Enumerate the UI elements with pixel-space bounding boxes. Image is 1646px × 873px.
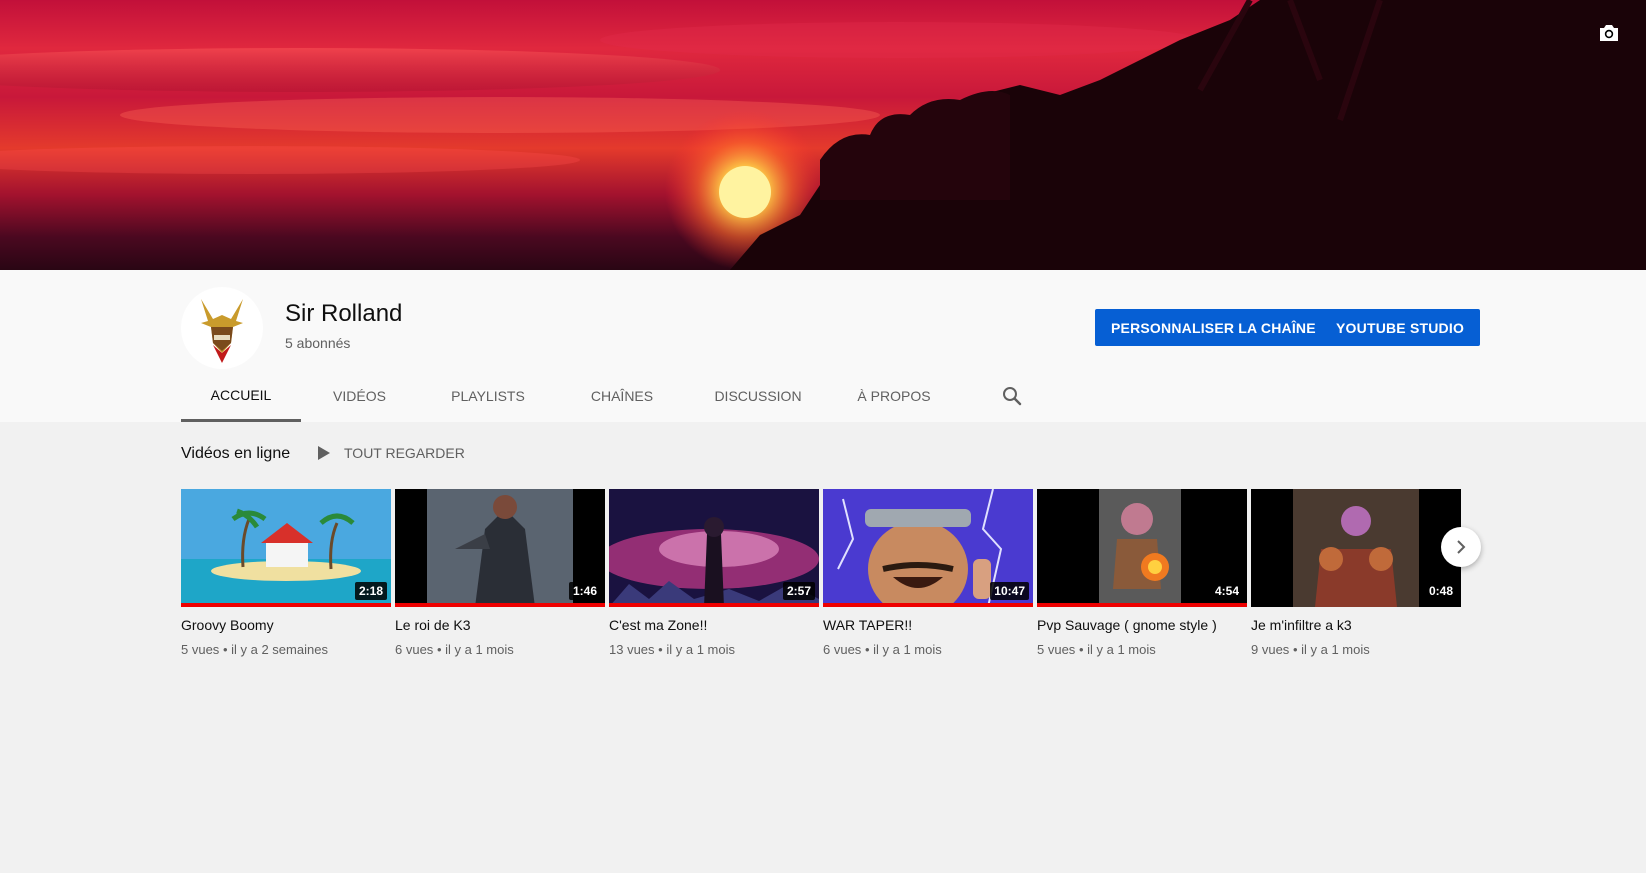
video-item[interactable]: 2:18 Groovy Boomy 5 vues • il y a 2 sema… [181, 489, 391, 657]
video-item[interactable]: 0:48 Je m'infiltre a k3 9 vues • il y a … [1251, 489, 1461, 657]
video-age: il y a 1 mois [666, 642, 735, 657]
meta-separator: • [436, 642, 442, 657]
video-thumbnail[interactable]: 0:48 [1251, 489, 1461, 607]
video-meta: 13 vues • il y a 1 mois [609, 642, 819, 657]
video-duration: 10:47 [990, 582, 1029, 600]
video-title[interactable]: C'est ma Zone!! [609, 617, 819, 633]
watch-progress-bar [395, 603, 605, 607]
video-item[interactable]: 2:57 C'est ma Zone!! 13 vues • il y a 1 … [609, 489, 819, 657]
video-item[interactable]: 4:54 Pvp Sauvage ( gnome style ) 5 vues … [1037, 489, 1247, 657]
video-meta: 5 vues • il y a 2 semaines [181, 642, 391, 657]
customize-channel-button[interactable]: PERSONNALISER LA CHAÎNE [1095, 309, 1332, 346]
camera-icon[interactable] [1598, 24, 1634, 56]
video-views: 6 vues [823, 642, 862, 657]
play-icon [318, 446, 330, 460]
video-views: 6 vues [395, 642, 434, 657]
channel-header: Sir Rolland 5 abonnés PERSONNALISER LA C… [0, 270, 1646, 422]
video-duration: 1:46 [568, 582, 601, 600]
video-age: il y a 1 mois [1087, 642, 1156, 657]
play-all-button[interactable]: TOUT REGARDER [318, 445, 465, 461]
video-duration: 4:54 [1210, 582, 1243, 600]
video-meta: 6 vues • il y a 1 mois [395, 642, 605, 657]
tab-a-propos[interactable]: À PROPOS [830, 370, 958, 422]
tab-videos[interactable]: VIDÉOS [301, 370, 418, 422]
meta-separator: • [1078, 642, 1084, 657]
avatar[interactable] [181, 287, 263, 369]
watch-progress-bar [823, 603, 1033, 607]
video-views: 9 vues [1251, 642, 1290, 657]
channel-name: Sir Rolland [285, 300, 403, 327]
video-views: 13 vues [609, 642, 655, 657]
meta-separator: • [222, 642, 228, 657]
video-thumbnail[interactable]: 2:57 [609, 489, 819, 607]
video-duration: 2:57 [782, 582, 815, 600]
video-meta: 9 vues • il y a 1 mois [1251, 642, 1461, 657]
video-meta: 6 vues • il y a 1 mois [823, 642, 1033, 657]
watch-progress-bar [1037, 603, 1247, 607]
video-thumbnail[interactable]: 10:47 [823, 489, 1033, 607]
meta-separator: • [1292, 642, 1298, 657]
search-icon[interactable] [1000, 384, 1024, 408]
video-age: il y a 2 semaines [231, 642, 328, 657]
tab-chaines[interactable]: CHAÎNES [558, 370, 686, 422]
video-age: il y a 1 mois [445, 642, 514, 657]
youtube-studio-button[interactable]: YOUTUBE STUDIO [1320, 309, 1481, 346]
video-thumbnail[interactable]: 4:54 [1037, 489, 1247, 607]
watch-progress-bar [181, 603, 391, 607]
video-title[interactable]: Le roi de K3 [395, 617, 605, 633]
video-duration: 2:18 [354, 582, 387, 600]
chevron-right-icon[interactable] [1441, 527, 1481, 567]
sunset-banner-image [0, 0, 1646, 270]
video-item[interactable]: 1:46 Le roi de K3 6 vues • il y a 1 mois [395, 489, 605, 657]
video-title[interactable]: Groovy Boomy [181, 617, 391, 633]
video-duration: 0:48 [1424, 582, 1457, 600]
video-meta: 5 vues • il y a 1 mois [1037, 642, 1247, 657]
video-views: 5 vues [1037, 642, 1076, 657]
video-age: il y a 1 mois [1301, 642, 1370, 657]
video-thumbnail[interactable]: 2:18 [181, 489, 391, 607]
subscriber-count: 5 abonnés [285, 335, 351, 351]
video-thumbnail[interactable]: 1:46 [395, 489, 605, 607]
video-title[interactable]: Pvp Sauvage ( gnome style ) [1037, 617, 1247, 633]
video-item[interactable]: 10:47 WAR TAPER!! 6 vues • il y a 1 mois [823, 489, 1033, 657]
video-age: il y a 1 mois [873, 642, 942, 657]
shelf-title[interactable]: Vidéos en ligne [181, 445, 290, 463]
video-title[interactable]: Je m'infiltre a k3 [1251, 617, 1461, 633]
watch-progress-bar [609, 603, 819, 607]
meta-separator: • [864, 642, 870, 657]
tab-accueil[interactable]: ACCUEIL [181, 370, 301, 422]
channel-banner [0, 0, 1646, 270]
play-all-label: TOUT REGARDER [344, 445, 465, 461]
video-title[interactable]: WAR TAPER!! [823, 617, 1033, 633]
tab-playlists[interactable]: PLAYLISTS [418, 370, 558, 422]
channel-tabs: ACCUEIL VIDÉOS PLAYLISTS CHAÎNES DISCUSS… [181, 370, 1022, 422]
video-views: 5 vues [181, 642, 220, 657]
meta-separator: • [658, 642, 663, 657]
tab-discussion[interactable]: DISCUSSION [686, 370, 830, 422]
